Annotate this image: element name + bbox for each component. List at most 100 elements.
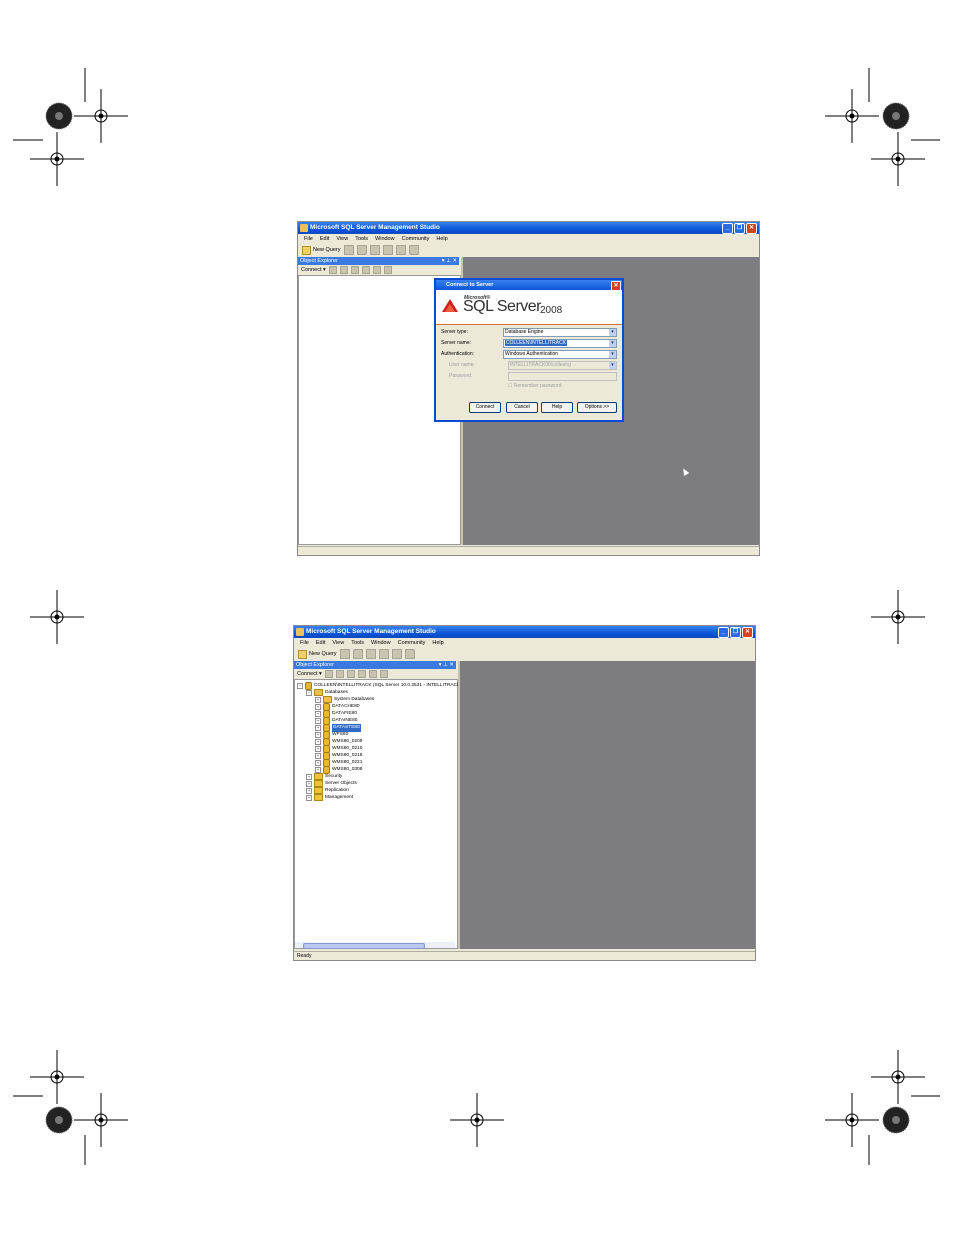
- user-name-combobox[interactable]: INTELLITRACK06\colleeng ▾: [508, 361, 617, 370]
- pane-controls-icon[interactable]: ▾ ⊥ ✕: [439, 661, 454, 669]
- authentication-label: Authentication:: [441, 351, 475, 357]
- object-explorer-toolbar: Connect ▾: [294, 669, 457, 679]
- ssms-window-explorer: Microsoft SQL Server Management Studio _…: [293, 625, 756, 961]
- summary-icon[interactable]: [379, 670, 388, 678]
- new-query-label: New Query: [309, 651, 337, 657]
- pane-controls-icon[interactable]: ▾ ⊥ ✕: [442, 257, 457, 265]
- menu-tools[interactable]: Tools: [355, 234, 368, 244]
- restore-icon[interactable]: ❐: [730, 627, 741, 638]
- filter-icon[interactable]: [361, 266, 370, 274]
- menu-window[interactable]: Window: [371, 638, 391, 648]
- chevron-down-icon[interactable]: ▾: [609, 340, 616, 347]
- collapse-icon[interactable]: −: [297, 683, 303, 689]
- standard-toolbar: New Query: [294, 648, 755, 660]
- expand-icon[interactable]: +: [315, 696, 321, 703]
- object-explorer-title: Object Explorer: [296, 662, 334, 668]
- expand-icon[interactable]: +: [306, 780, 312, 787]
- save-icon[interactable]: [378, 649, 389, 659]
- new-query-label: New Query: [313, 247, 341, 253]
- horizontal-scrollbar[interactable]: [295, 942, 455, 949]
- expand-icon[interactable]: +: [306, 794, 312, 801]
- connect-dropdown[interactable]: Connect ▾: [301, 265, 326, 275]
- chevron-down-icon: ▾: [609, 362, 616, 369]
- chevron-down-icon[interactable]: ▾: [609, 329, 616, 336]
- save-icon[interactable]: [382, 245, 393, 255]
- activity-monitor-icon[interactable]: [404, 649, 415, 659]
- activity-monitor-icon[interactable]: [408, 245, 419, 255]
- server-name-value: COLLEEN\INTELLITRACK: [505, 340, 568, 346]
- minimize-icon[interactable]: _: [718, 627, 729, 638]
- help-button[interactable]: Help: [541, 402, 573, 413]
- status-bar: Ready: [294, 951, 755, 960]
- menu-edit[interactable]: Edit: [320, 234, 329, 244]
- tree-item-label: Management: [325, 795, 353, 800]
- menu-file[interactable]: File: [304, 234, 313, 244]
- connect-icon[interactable]: [328, 266, 337, 274]
- remember-password-checkbox[interactable]: ☐ Remember password: [508, 383, 561, 389]
- save-all-icon[interactable]: [395, 245, 406, 255]
- window-title: Microsoft SQL Server Management Studio: [306, 628, 436, 635]
- menu-window[interactable]: Window: [375, 234, 395, 244]
- stop-icon[interactable]: [346, 670, 355, 678]
- user-name-value: INTELLITRACK06\colleeng: [510, 362, 571, 368]
- password-field[interactable]: [508, 372, 617, 381]
- dialog-titlebar: Connect to Server ✕: [436, 280, 622, 291]
- ssms-app-icon: [300, 224, 308, 232]
- save-all-icon[interactable]: [391, 649, 402, 659]
- menu-edit[interactable]: Edit: [316, 638, 325, 648]
- refresh-icon[interactable]: [372, 266, 381, 274]
- scrollbar-thumb[interactable]: [303, 943, 425, 949]
- authentication-value: Windows Authentication: [505, 351, 559, 357]
- brand-sql-server: SQL Server: [463, 298, 542, 315]
- menu-view[interactable]: View: [332, 638, 344, 648]
- close-icon[interactable]: ✕: [746, 223, 757, 234]
- window-titlebar: Microsoft SQL Server Management Studio _…: [294, 626, 755, 638]
- expand-icon[interactable]: +: [306, 773, 312, 780]
- connect-to-server-dialog: Connect to Server ✕ Microsoft® SQL Serve…: [434, 278, 624, 422]
- minimize-icon[interactable]: _: [722, 223, 733, 234]
- object-explorer-toolbar: Connect ▾: [298, 265, 460, 275]
- disconnect-icon[interactable]: [339, 266, 348, 274]
- new-query-button[interactable]: New Query: [302, 245, 341, 255]
- toolbar-icon[interactable]: [339, 649, 350, 659]
- server-type-select[interactable]: Database Engine ▾: [503, 328, 617, 337]
- cancel-button[interactable]: Cancel: [506, 402, 538, 413]
- summary-icon[interactable]: [383, 266, 392, 274]
- chevron-down-icon[interactable]: ▾: [609, 351, 616, 358]
- collapse-icon[interactable]: −: [306, 689, 312, 696]
- filter-icon[interactable]: [357, 670, 366, 678]
- ssms-window-connect: Microsoft SQL Server Management Studio _…: [297, 221, 760, 556]
- menu-community[interactable]: Community: [398, 638, 426, 648]
- connect-icon[interactable]: [324, 670, 333, 678]
- menu-bar: File Edit View Tools Window Community He…: [294, 638, 755, 648]
- connect-button[interactable]: Connect: [469, 402, 501, 413]
- refresh-icon[interactable]: [368, 670, 377, 678]
- toolbar-icon[interactable]: [343, 245, 354, 255]
- menu-view[interactable]: View: [336, 234, 348, 244]
- authentication-select[interactable]: Windows Authentication ▾: [503, 350, 617, 359]
- open-file-icon[interactable]: [365, 649, 376, 659]
- menu-help[interactable]: Help: [432, 638, 443, 648]
- menu-file[interactable]: File: [300, 638, 309, 648]
- object-explorer-header: Object Explorer ▾ ⊥ ✕: [298, 257, 459, 265]
- stop-icon[interactable]: [350, 266, 359, 274]
- menu-community[interactable]: Community: [402, 234, 430, 244]
- tree-item[interactable]: + Management: [306, 794, 353, 802]
- user-name-label: User name:: [449, 362, 475, 368]
- menu-help[interactable]: Help: [436, 234, 447, 244]
- restore-icon[interactable]: ❐: [734, 223, 745, 234]
- toolbar-icon[interactable]: [352, 649, 363, 659]
- password-label: Password:: [449, 373, 473, 379]
- object-explorer-tree: − COLLEEN\INTELLITRACK (SQL Server 10.0.…: [294, 679, 460, 949]
- open-file-icon[interactable]: [369, 245, 380, 255]
- close-icon[interactable]: ✕: [742, 627, 753, 638]
- menu-tools[interactable]: Tools: [351, 638, 364, 648]
- remember-password-label: Remember password: [513, 383, 562, 389]
- expand-icon[interactable]: +: [306, 787, 312, 794]
- server-name-combobox[interactable]: COLLEEN\INTELLITRACK ▾: [503, 339, 617, 348]
- toolbar-icon[interactable]: [356, 245, 367, 255]
- new-query-button[interactable]: New Query: [298, 649, 337, 659]
- disconnect-icon[interactable]: [335, 670, 344, 678]
- connect-dropdown[interactable]: Connect ▾: [297, 669, 322, 679]
- options-button[interactable]: Options >>: [577, 402, 617, 413]
